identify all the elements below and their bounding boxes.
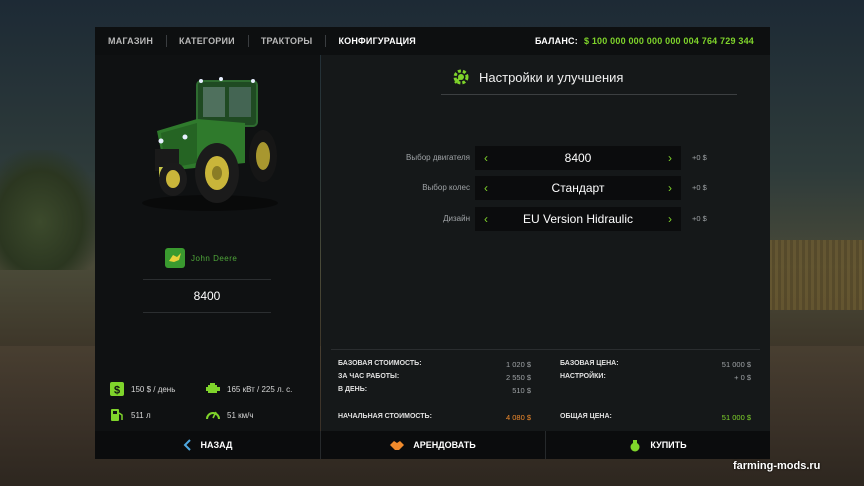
- fuel-icon: [111, 409, 123, 421]
- fuel-value: 511 л: [131, 410, 151, 420]
- stat-speed: 51 км/ч: [205, 407, 254, 423]
- background-cornfield: [769, 240, 864, 310]
- buy-button-label: КУПИТЬ: [650, 440, 687, 450]
- vehicle-info-column: John Deere 8400 $ 150 $ / день 165 кВт /…: [95, 55, 320, 431]
- shop-config-panel: МАГАЗИН КАТЕГОРИИ ТРАКТОРЫ КОНФИГУРАЦИЯ …: [95, 27, 770, 459]
- engine-selector: ‹ 8400 ›: [475, 146, 681, 170]
- watermark: farming-mods.ru: [733, 460, 821, 472]
- option-wheels-label: Выбор колес: [422, 183, 470, 192]
- config-section-title: Настройки и улучшения: [451, 67, 623, 87]
- back-button-label: НАЗАД: [200, 440, 233, 450]
- breadcrumb-configuration: КОНФИГУРАЦИЯ: [325, 27, 428, 55]
- initial-cost-value: 4 080 $: [505, 413, 531, 422]
- option-design: Дизайн ‹ EU Version Hidraulic › +0 $: [321, 207, 770, 231]
- option-engine: Выбор двигателя ‹ 8400 › +0 $: [321, 146, 770, 170]
- brand: John Deere: [165, 248, 237, 268]
- balance-label: БАЛАНС:: [534, 36, 578, 46]
- cost-divider-top: [331, 349, 760, 350]
- balance-amount: $ 100 000 000 000 000 004 764 729 344: [583, 36, 754, 46]
- engine-prev-button[interactable]: ‹: [475, 146, 497, 170]
- configuration-column: Настройки и улучшения Выбор двигателя ‹ …: [321, 55, 770, 431]
- speedometer-icon: [206, 411, 220, 420]
- design-prev-button[interactable]: ‹: [475, 207, 497, 231]
- per-day-value: 510 $: [512, 386, 531, 395]
- gear-wrench-icon: [453, 69, 469, 85]
- speed-value: 51 км/ч: [227, 410, 254, 420]
- per-hour-label: ЗА ЧАС РАБОТЫ:: [338, 373, 400, 380]
- base-price-label: БАЗОВАЯ ЦЕНА:: [560, 360, 619, 367]
- back-button[interactable]: НАЗАД: [95, 431, 320, 459]
- breadcrumb-tractors[interactable]: ТРАКТОРЫ: [247, 27, 326, 55]
- per-day-label: В ДЕНЬ:: [338, 386, 368, 393]
- title-divider: [441, 94, 737, 95]
- base-price-value: 51 000 $: [721, 360, 751, 369]
- design-value: EU Version Hidraulic: [522, 212, 634, 226]
- engine-next-button[interactable]: ›: [659, 146, 681, 170]
- option-engine-label: Выбор двигателя: [406, 153, 470, 162]
- breadcrumb-shop[interactable]: МАГАЗИН: [95, 27, 166, 55]
- design-price: +0 $: [692, 214, 707, 223]
- option-design-label: Дизайн: [443, 214, 470, 223]
- tractor-image: [142, 77, 278, 211]
- base-cost-label: БАЗОВАЯ СТОИМОСТЬ:: [338, 360, 422, 367]
- breadcrumb-categories[interactable]: КАТЕГОРИИ: [166, 27, 248, 55]
- per-hour-value: 2 550 $: [505, 373, 531, 382]
- engine-icon: [206, 383, 220, 393]
- total-price-value: 51 000 $: [721, 413, 751, 422]
- wheels-price: +0 $: [692, 183, 707, 192]
- buy-button[interactable]: КУПИТЬ: [545, 431, 770, 459]
- initial-cost-label: НАЧАЛЬНАЯ СТОИМОСТЬ:: [338, 413, 432, 420]
- wheels-selector: ‹ Стандарт ›: [475, 176, 681, 200]
- wheels-value: Стандарт: [551, 181, 605, 195]
- stat-fuel: 511 л: [109, 407, 151, 423]
- settings-label: НАСТРОЙКИ:: [560, 373, 606, 380]
- wheels-next-button[interactable]: ›: [659, 176, 681, 200]
- lease-button[interactable]: АРЕНДОВАТЬ: [320, 431, 545, 459]
- total-price-label: ОБЩАЯ ЦЕНА:: [560, 413, 612, 420]
- wheels-prev-button[interactable]: ‹: [475, 176, 497, 200]
- money-bag-icon: [630, 440, 640, 452]
- option-wheels: Выбор колес ‹ Стандарт › +0 $: [321, 176, 770, 200]
- power-value: 165 кВт / 225 л. с.: [227, 384, 293, 394]
- stat-power: 165 кВт / 225 л. с.: [205, 381, 292, 397]
- top-bar: МАГАЗИН КАТЕГОРИИ ТРАКТОРЫ КОНФИГУРАЦИЯ …: [95, 27, 770, 55]
- stat-cost-per-day: $ 150 $ / день: [109, 381, 175, 397]
- design-next-button[interactable]: ›: [659, 207, 681, 231]
- cost-per-day-value: 150 $ / день: [131, 384, 176, 394]
- engine-price: +0 $: [692, 153, 707, 162]
- john-deere-logo: [165, 248, 185, 268]
- handshake-icon: [390, 441, 405, 450]
- bottom-action-bar: НАЗАД АРЕНДОВАТЬ КУПИТЬ: [95, 431, 770, 459]
- money-icon: $: [110, 382, 124, 397]
- config-title-text: Настройки и улучшения: [479, 69, 624, 85]
- svg-text:$: $: [114, 385, 120, 397]
- settings-value: + 0 $: [734, 373, 751, 382]
- chevron-left-icon: [183, 439, 191, 451]
- design-selector: ‹ EU Version Hidraulic ›: [475, 207, 681, 231]
- background-trees: [0, 150, 100, 270]
- engine-value: 8400: [564, 151, 592, 165]
- base-cost-value: 1 020 $: [505, 360, 531, 369]
- model-name: 8400: [143, 279, 271, 313]
- balance: БАЛАНС: $ 100 000 000 000 000 004 764 729…: [535, 36, 770, 46]
- brand-name: John Deere: [191, 253, 238, 263]
- lease-button-label: АРЕНДОВАТЬ: [413, 440, 476, 450]
